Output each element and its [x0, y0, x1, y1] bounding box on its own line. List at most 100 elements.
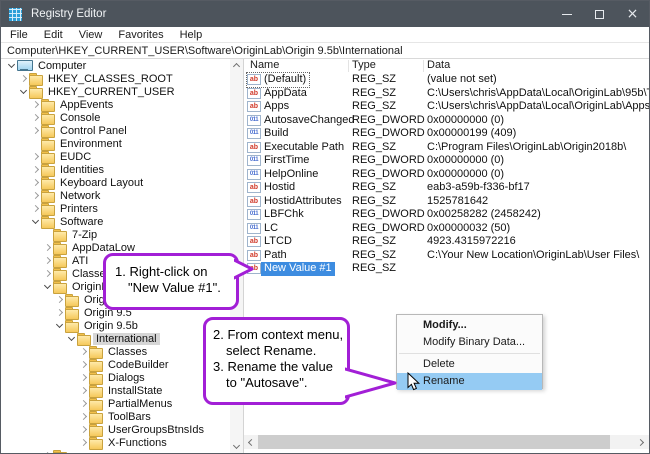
- tree-item-partial[interactable]: [1, 449, 230, 453]
- tree-item-network[interactable]: Network: [1, 189, 230, 202]
- tree-item-software[interactable]: Software: [1, 215, 230, 228]
- folder-icon: [65, 307, 78, 319]
- tree-item-international[interactable]: International: [1, 332, 230, 345]
- value-row-default[interactable]: ab(Default)REG_SZ(value not set): [244, 73, 649, 87]
- value-name-cell: ab(Default): [247, 73, 309, 87]
- tree-item-environment[interactable]: Environment: [1, 137, 230, 150]
- tree-item-classes[interactable]: Classes: [1, 345, 230, 358]
- scroll-down-icon[interactable]: [230, 440, 243, 453]
- tree-item-hkey-current-user[interactable]: HKEY_CURRENT_USER: [1, 85, 230, 98]
- tree-item-partialmenus[interactable]: PartialMenus: [1, 397, 230, 410]
- tree-item-7-zip[interactable]: 7-Zip: [1, 228, 230, 241]
- scrollbar-thumb[interactable]: [258, 435, 610, 449]
- chevron-right-icon[interactable]: [43, 267, 53, 280]
- scroll-right-icon[interactable]: [635, 435, 649, 449]
- value-row-helponline[interactable]: 011HelpOnlineREG_DWORD0x00000000 (0): [244, 168, 649, 182]
- column-header-name[interactable]: Name: [250, 59, 279, 73]
- chevron-down-icon[interactable]: [19, 85, 29, 98]
- value-row-lc[interactable]: 011LCREG_DWORD0x00000032 (50): [244, 222, 649, 236]
- tree-item-control-panel[interactable]: Control Panel: [1, 124, 230, 137]
- chevron-right-icon[interactable]: [43, 449, 53, 453]
- chevron-right-icon[interactable]: [31, 124, 41, 137]
- chevron-right-icon[interactable]: [79, 397, 89, 410]
- minimize-button[interactable]: [550, 1, 583, 27]
- context-menu-delete[interactable]: Delete: [397, 356, 542, 373]
- chevron-right-icon[interactable]: [31, 176, 41, 189]
- horizontal-scrollbar[interactable]: [244, 435, 649, 449]
- value-row-ltcd[interactable]: abLTCDREG_SZ4923.4315972216: [244, 235, 649, 249]
- value-row-path[interactable]: abPathREG_SZC:\Your New Location\OriginL…: [244, 249, 649, 263]
- scroll-up-icon[interactable]: [230, 59, 243, 72]
- chevron-right-icon[interactable]: [55, 306, 65, 319]
- chevron-right-icon[interactable]: [79, 423, 89, 436]
- column-separator[interactable]: [423, 60, 424, 72]
- tree-item-console[interactable]: Console: [1, 111, 230, 124]
- chevron-right-icon[interactable]: [31, 98, 41, 111]
- tree-item-printers[interactable]: Printers: [1, 202, 230, 215]
- chevron-right-icon[interactable]: [79, 436, 89, 449]
- tree-item-computer[interactable]: Computer: [1, 59, 230, 72]
- chevron-down-icon[interactable]: [7, 59, 17, 72]
- menu-view[interactable]: View: [71, 29, 111, 41]
- chevron-right-icon[interactable]: [31, 189, 41, 202]
- window-controls: ×: [550, 1, 649, 27]
- chevron-right-icon[interactable]: [31, 111, 41, 124]
- tree-item-dialogs[interactable]: Dialogs: [1, 371, 230, 384]
- chevron-right-icon[interactable]: [79, 358, 89, 371]
- chevron-down-icon[interactable]: [55, 319, 65, 332]
- value-row-hostidattributes[interactable]: abHostidAttributesREG_SZ1525781642: [244, 195, 649, 209]
- value-row-autosavechanged[interactable]: 011AutosaveChangedREG_DWORD0x00000000 (0…: [244, 114, 649, 128]
- folder-icon: [89, 424, 102, 436]
- tree-item-eudc[interactable]: EUDC: [1, 150, 230, 163]
- chevron-right-icon[interactable]: [31, 163, 41, 176]
- context-menu-modify-binary-data[interactable]: Modify Binary Data...: [397, 334, 542, 351]
- address-bar[interactable]: Computer\HKEY_CURRENT_USER\Software\Orig…: [1, 43, 649, 59]
- value-row-new-value-1[interactable]: abNew Value #1REG_SZ: [244, 262, 649, 276]
- context-menu-modify[interactable]: Modify...: [397, 317, 542, 334]
- maximize-button[interactable]: [583, 1, 616, 27]
- chevron-right-icon[interactable]: [31, 150, 41, 163]
- menu-favorites[interactable]: Favorites: [110, 29, 171, 41]
- value-row-lbfchk[interactable]: 011LBFChkREG_DWORD0x00258282 (2458242): [244, 208, 649, 222]
- tree-item-installstate[interactable]: InstallState: [1, 384, 230, 397]
- chevron-down-icon[interactable]: [31, 215, 41, 228]
- menu-help[interactable]: Help: [172, 29, 211, 41]
- chevron-right-icon[interactable]: [31, 202, 41, 215]
- value-row-build[interactable]: 011BuildREG_DWORD0x00000199 (409): [244, 127, 649, 141]
- chevron-right-icon[interactable]: [19, 72, 29, 85]
- chevron-right-icon[interactable]: [79, 410, 89, 423]
- chevron-right-icon[interactable]: [79, 371, 89, 384]
- tree-item-hkey-classes-root[interactable]: HKEY_CLASSES_ROOT: [1, 72, 230, 85]
- value-row-executable-path[interactable]: abExecutable PathREG_SZC:\Program Files\…: [244, 141, 649, 155]
- column-header-type[interactable]: Type: [352, 59, 376, 73]
- value-row-apps[interactable]: abAppsREG_SZC:\Users\chris\AppData\Local…: [244, 100, 649, 114]
- tree-item-origin-9-5b[interactable]: Origin 9.5b: [1, 319, 230, 332]
- reg-sz-icon: ab: [247, 182, 261, 193]
- tree-item-usergroupsbtnsids[interactable]: UserGroupsBtnsIds: [1, 423, 230, 436]
- value-row-appdata[interactable]: abAppDataREG_SZC:\Users\chris\AppData\Lo…: [244, 87, 649, 101]
- menu-file[interactable]: File: [2, 29, 36, 41]
- tree-item-x-functions[interactable]: X-Functions: [1, 436, 230, 449]
- chevron-down-icon[interactable]: [43, 280, 53, 293]
- value-row-firsttime[interactable]: 011FirstTimeREG_DWORD0x00000000 (0): [244, 154, 649, 168]
- tree-item-toolbars[interactable]: ToolBars: [1, 410, 230, 423]
- menu-edit[interactable]: Edit: [36, 29, 71, 41]
- chevron-right-icon[interactable]: [43, 254, 53, 267]
- tree-item-identities[interactable]: Identities: [1, 163, 230, 176]
- chevron-down-icon[interactable]: [67, 332, 77, 345]
- chevron-right-icon[interactable]: [79, 384, 89, 397]
- tree-item-appevents[interactable]: AppEvents: [1, 98, 230, 111]
- chevron-right-icon[interactable]: [43, 241, 53, 254]
- column-header-data[interactable]: Data: [427, 59, 450, 73]
- column-separator[interactable]: [348, 60, 349, 72]
- chevron-right-icon[interactable]: [79, 345, 89, 358]
- callout-line: 1. Right-click on: [115, 264, 236, 280]
- scroll-left-icon[interactable]: [244, 435, 258, 449]
- tree-item-keyboard-layout[interactable]: Keyboard Layout: [1, 176, 230, 189]
- tree-item-codebuilder[interactable]: CodeBuilder: [1, 358, 230, 371]
- value-row-hostid[interactable]: abHostidREG_SZeab3-a59b-f336-bf17: [244, 181, 649, 195]
- chevron-right-icon[interactable]: [55, 293, 65, 306]
- value-data: 0x00000032 (50): [427, 222, 510, 236]
- value-data: C:\Your New Location\OriginLab\User File…: [427, 249, 639, 263]
- close-button[interactable]: ×: [616, 1, 649, 27]
